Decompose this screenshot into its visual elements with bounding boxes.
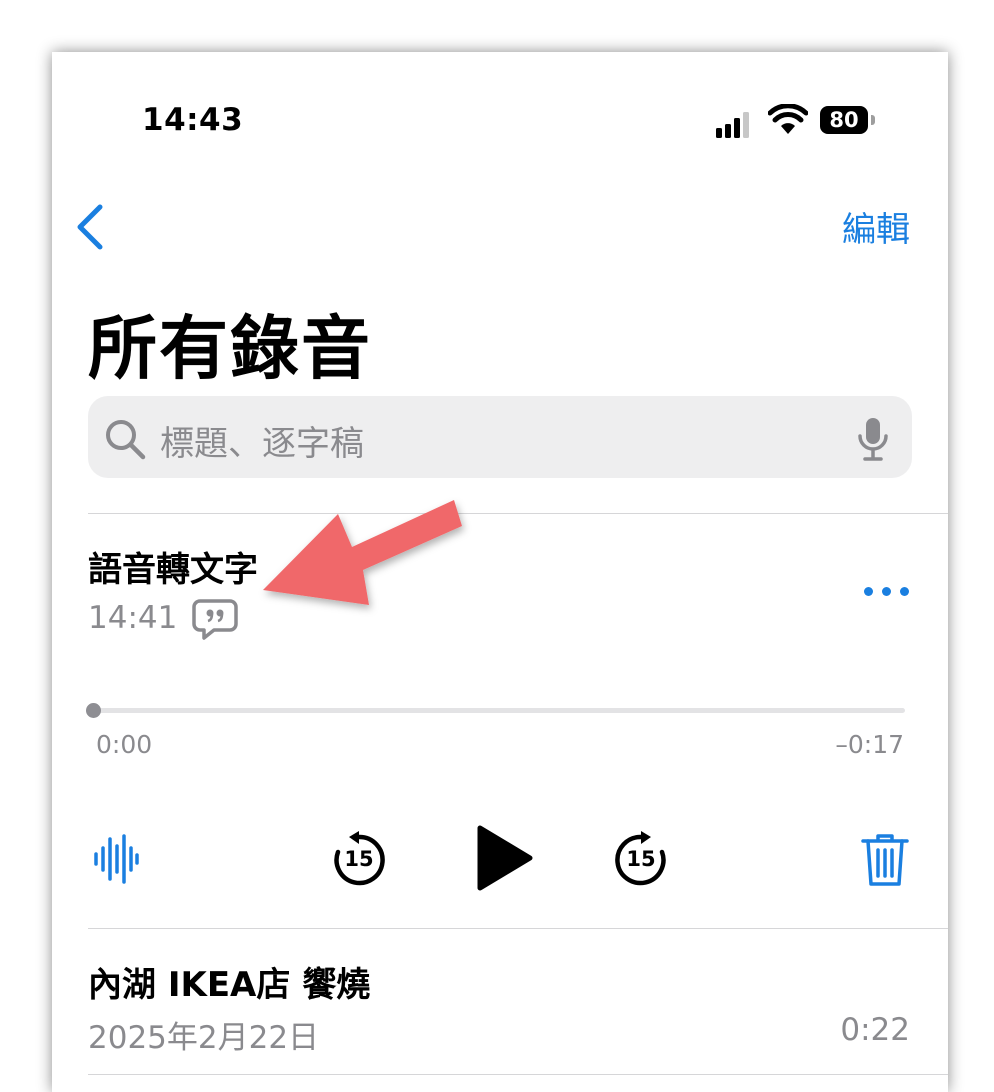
waveform-icon[interactable] [92, 834, 140, 884]
battery-level: 80 [820, 106, 868, 134]
recording-title[interactable]: 內湖 IKEA店 饗燒 [88, 957, 370, 1006]
wifi-icon [768, 104, 808, 134]
divider [88, 928, 948, 929]
quote-bubble-icon [192, 599, 238, 640]
magnifier-icon [106, 420, 146, 460]
remaining-time: –0:17 [835, 730, 904, 759]
elapsed-time: 0:00 [96, 730, 153, 759]
skip-forward-seconds: 15 [626, 847, 656, 871]
page-title: 所有錄音 [88, 309, 372, 389]
ellipsis-dot [882, 587, 891, 596]
skip-back-button[interactable]: 15 [330, 830, 388, 888]
back-button[interactable] [70, 202, 110, 252]
recording-date: 2025年2月22日 [88, 1020, 320, 1056]
status-icons: 80 [716, 104, 886, 138]
annotation-arrow-icon [263, 500, 462, 605]
microphone-icon[interactable] [856, 416, 890, 462]
edit-button[interactable]: 編輯 [842, 202, 910, 251]
status-time: 14:43 [142, 102, 244, 138]
recording-time: 14:41 [88, 600, 178, 636]
skip-forward-button[interactable]: 15 [612, 830, 670, 888]
ellipsis-icon [864, 587, 873, 596]
recording-duration: 0:22 [840, 1012, 910, 1048]
trash-icon[interactable] [860, 832, 910, 888]
recording-title[interactable]: 語音轉文字 [88, 542, 258, 591]
divider [88, 1074, 948, 1075]
search-placeholder: 標題、逐字稿 [160, 424, 364, 464]
battery-cap [871, 115, 875, 125]
skip-back-seconds: 15 [344, 847, 374, 871]
playback-scrubber[interactable] [93, 708, 905, 713]
phone-screen: 14:43 80 編輯 所有錄音 標題、逐字稿 語音轉文字 14:41 0:00… [52, 52, 948, 1092]
more-options-button[interactable] [864, 587, 910, 597]
play-icon[interactable] [474, 824, 534, 892]
chevron-left-icon [77, 204, 103, 250]
ellipsis-dot [900, 587, 909, 596]
divider [88, 513, 948, 514]
scrubber-handle[interactable] [86, 703, 101, 718]
